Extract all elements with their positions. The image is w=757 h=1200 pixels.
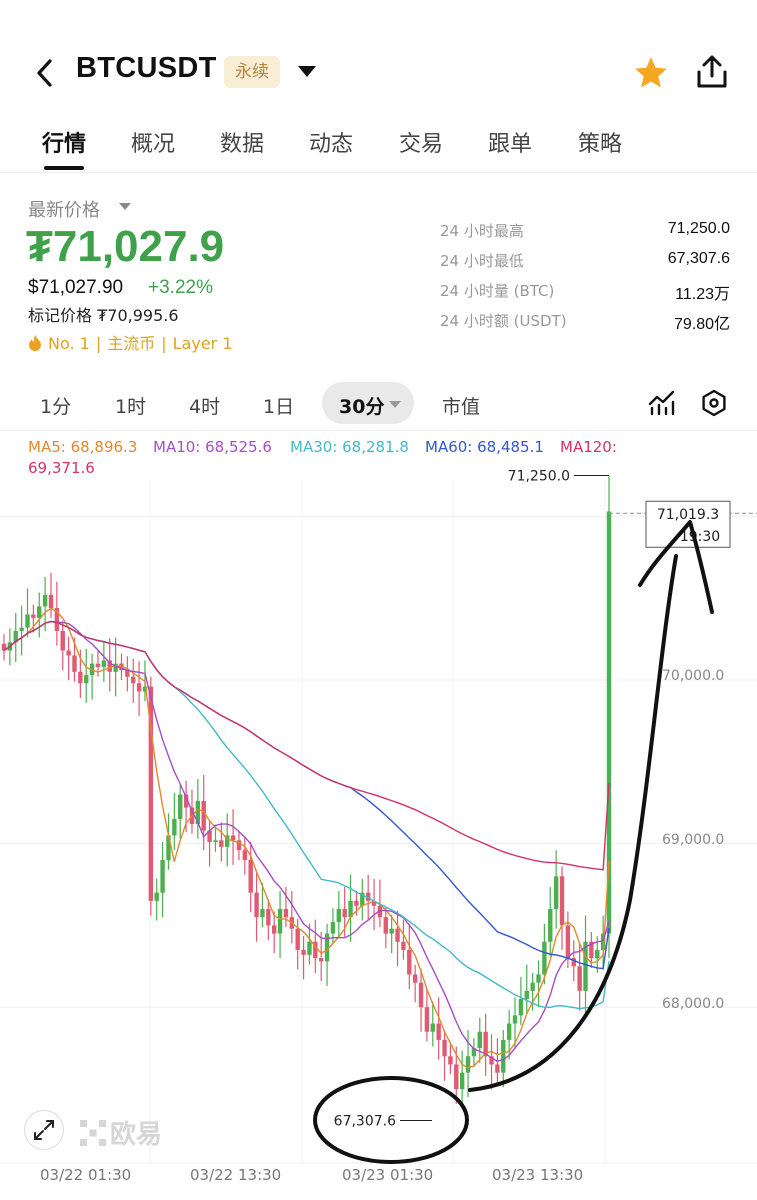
candle-body xyxy=(542,941,547,975)
brand-watermark-text: 欧易 xyxy=(110,1120,163,1150)
expand-icon xyxy=(34,1120,54,1140)
candle-body xyxy=(78,671,83,684)
okx-logo-icon xyxy=(80,1120,106,1146)
x-axis-label: 03/22 01:30 xyxy=(40,1166,132,1184)
candle-body xyxy=(418,982,424,1008)
candle-body xyxy=(19,627,24,631)
fullscreen-button[interactable] xyxy=(24,1110,64,1150)
candle-body xyxy=(101,660,107,667)
candle-body xyxy=(48,594,54,609)
candle-body xyxy=(178,794,183,820)
brand-watermark: 欧易 xyxy=(80,1114,162,1151)
candle-body xyxy=(595,949,600,959)
candle-body xyxy=(459,1072,465,1089)
candle-body xyxy=(31,614,36,618)
candles xyxy=(1,475,612,1109)
y-axis-label: 70,000.0 xyxy=(662,668,725,684)
candle-body xyxy=(553,876,559,910)
candle-body xyxy=(518,999,524,1016)
candle-body xyxy=(412,974,418,983)
candle-body xyxy=(583,941,588,991)
x-axis-label: 03/22 13:30 xyxy=(190,1166,282,1184)
candle-body xyxy=(219,840,224,847)
candle-body xyxy=(60,630,65,651)
candle-body xyxy=(131,676,136,684)
candle-body xyxy=(436,1023,441,1040)
candle-body xyxy=(242,850,248,860)
candle-body xyxy=(84,675,89,684)
low-price-label: 67,307.6 xyxy=(334,1113,396,1129)
candle-body xyxy=(172,819,177,836)
candle-body xyxy=(448,1056,453,1065)
candle-body xyxy=(407,949,412,975)
candle-body xyxy=(37,606,42,618)
candle-body xyxy=(266,909,271,926)
y-axis-label: 68,000.0 xyxy=(662,996,725,1012)
candle-body xyxy=(72,655,77,672)
ma10-line xyxy=(3,620,610,1062)
candle-body xyxy=(154,892,159,901)
x-axis-label: 03/23 01:30 xyxy=(342,1166,434,1184)
high-price-label: 71,250.0 xyxy=(508,469,570,485)
candle-body xyxy=(201,801,206,831)
candle-body xyxy=(424,1007,430,1032)
hand-drawn-arrow xyxy=(468,554,678,1092)
candle-body xyxy=(271,925,277,934)
current-price-label: 71,019.3 xyxy=(657,507,719,523)
candle-body xyxy=(230,835,236,841)
candle-body xyxy=(283,909,289,918)
candle-body xyxy=(301,949,306,955)
candle-body xyxy=(389,928,394,934)
candle-body xyxy=(95,663,101,667)
candle-body xyxy=(536,974,541,983)
candle-body xyxy=(395,928,400,942)
ma120-line xyxy=(3,620,610,871)
candle-body xyxy=(401,941,406,950)
candle-body xyxy=(565,925,571,959)
candle-body xyxy=(442,1039,447,1057)
annotations: 71,250.0 67,307.6 71,019.3 19:30 xyxy=(313,469,757,1164)
ma60-line xyxy=(3,620,610,970)
candlestick-chart[interactable]: 71,250.0 67,307.6 71,019.3 19:30 xyxy=(0,0,757,1200)
y-axis-label: 69,000.0 xyxy=(662,832,725,848)
candle-body xyxy=(548,909,553,942)
candle-body xyxy=(307,941,312,955)
candle-body xyxy=(559,876,565,926)
candle-body xyxy=(160,859,165,893)
candle-body xyxy=(213,840,218,842)
candle-body xyxy=(248,859,253,893)
candle-body xyxy=(336,909,342,923)
candle-body xyxy=(577,966,582,991)
candle-body xyxy=(42,594,48,607)
candle-body xyxy=(430,1023,435,1032)
candle-body xyxy=(295,928,300,950)
candle-body xyxy=(524,990,529,1000)
candle-body xyxy=(383,917,388,934)
ma5-line xyxy=(3,607,610,1069)
candle-body xyxy=(501,1039,506,1073)
candle-body xyxy=(512,1015,518,1024)
candle-body xyxy=(354,900,359,906)
current-time-label: 19:30 xyxy=(680,529,720,545)
candle-body xyxy=(342,909,347,918)
candle-body xyxy=(254,892,259,918)
candle-body xyxy=(330,922,336,934)
ma-lines xyxy=(3,607,610,1069)
candle-body xyxy=(465,1056,471,1073)
candle-body xyxy=(25,614,30,628)
candle-body xyxy=(277,909,283,934)
candle-body xyxy=(318,958,324,962)
candle-body xyxy=(454,1064,459,1089)
candle-body xyxy=(530,982,535,991)
x-axis-label: 03/23 13:30 xyxy=(492,1166,584,1184)
candle-body xyxy=(477,1031,482,1049)
candle-body xyxy=(66,650,71,656)
candle-body xyxy=(495,1064,500,1073)
candle-body xyxy=(260,909,265,918)
candle-body xyxy=(506,1023,512,1040)
candle-body xyxy=(136,683,142,692)
